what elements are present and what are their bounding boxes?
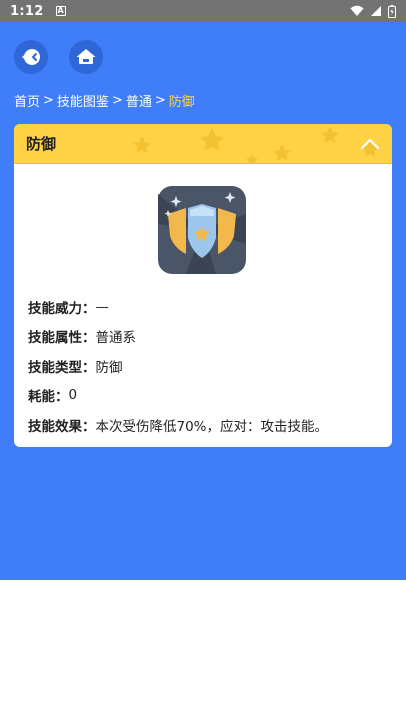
notification-icon: A xyxy=(55,6,66,16)
skill-type-label: 技能类型： xyxy=(28,359,96,376)
skill-effect-row: 技能效果： 本次受伤降低70%，应对：攻击技能。 xyxy=(28,410,384,440)
card-header[interactable]: 防御 xyxy=(14,124,392,164)
skill-effect-value: 本次受伤降低70%，应对：攻击技能。 xyxy=(95,418,329,435)
energy-cost-label: 耗能： xyxy=(28,389,69,406)
breadcrumb-separator: > xyxy=(111,93,123,108)
battery-icon xyxy=(388,4,396,18)
status-icons xyxy=(350,4,396,18)
skill-type-row: 技能类型： 防御 xyxy=(28,351,384,381)
back-button[interactable] xyxy=(14,40,48,74)
skill-detail-card: 防御 技能威力： — 技能属性： 普通系 技能类型： 防御 耗能： 0 技能效果… xyxy=(14,124,392,447)
skill-attribute-row: 技能属性： 普通系 xyxy=(28,322,384,352)
skill-power-row: 技能威力： — xyxy=(28,292,384,322)
wifi-icon xyxy=(350,5,364,16)
shield-skill-icon xyxy=(158,186,246,274)
signal-icon xyxy=(371,6,381,16)
home-button[interactable] xyxy=(69,40,103,74)
skill-power-value: — xyxy=(95,298,110,315)
back-arrow-icon xyxy=(22,49,40,65)
skill-effect-label: 技能效果： xyxy=(28,418,96,435)
skill-info-list: 技能威力： — 技能属性： 普通系 技能类型： 防御 耗能： 0 技能效果： 本… xyxy=(28,292,384,440)
skill-type-value: 防御 xyxy=(95,359,123,376)
chevron-up-icon xyxy=(360,138,380,150)
breadcrumb-separator: > xyxy=(154,93,166,108)
collapse-button[interactable] xyxy=(358,132,382,156)
energy-cost-row: 耗能： 0 xyxy=(28,381,384,411)
skill-attribute-value: 普通系 xyxy=(95,330,137,347)
star-pattern-decoration xyxy=(133,126,379,163)
breadcrumb-skill-catalog[interactable]: 技能图鉴 xyxy=(57,91,109,110)
breadcrumb-current: 防御 xyxy=(168,95,195,110)
skill-power-label: 技能威力： xyxy=(28,300,96,317)
card-title: 防御 xyxy=(26,135,57,153)
status-bar: 1:12 A xyxy=(0,0,406,22)
breadcrumb-normal[interactable]: 普通 xyxy=(126,91,152,110)
app-content: 首页 > 技能图鉴 > 普通 > 防御 防御 技能威力： — 技能属性： 普通系… xyxy=(0,22,406,580)
home-icon xyxy=(76,49,96,64)
breadcrumb: 首页 > 技能图鉴 > 普通 > 防御 xyxy=(14,91,195,110)
breadcrumb-home[interactable]: 首页 xyxy=(14,91,40,110)
status-time: 1:12 xyxy=(10,3,44,19)
breadcrumb-separator: > xyxy=(43,93,54,108)
energy-cost-value: 0 xyxy=(68,387,78,404)
skill-attribute-label: 技能属性： xyxy=(28,330,96,347)
